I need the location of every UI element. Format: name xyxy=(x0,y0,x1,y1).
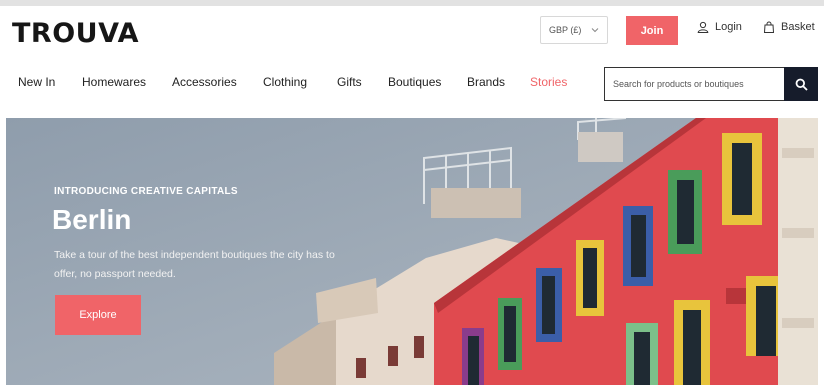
search-placeholder: Search for products or boutiques xyxy=(613,79,744,89)
login-label: Login xyxy=(715,21,742,33)
nav-item-new-in[interactable]: New In xyxy=(18,75,55,89)
login-link[interactable]: Login xyxy=(697,21,742,33)
currency-selector[interactable]: GBP (£) xyxy=(540,16,608,44)
hero-description: Take a tour of the best independent bout… xyxy=(54,249,335,280)
nav-item-clothing[interactable]: Clothing xyxy=(263,75,307,89)
hero-title: Berlin xyxy=(52,204,132,235)
nav-item-gifts[interactable]: Gifts xyxy=(337,75,362,89)
nav-item-brands[interactable]: Brands xyxy=(467,75,505,89)
search-icon xyxy=(795,78,808,91)
hero-banner: INTRODUCING CREATIVE CAPITALS Berlin Tak… xyxy=(6,118,818,385)
search-input[interactable]: Search for products or boutiques xyxy=(604,67,784,101)
site-header: TROUVA GBP (£) Join Login Basket New In … xyxy=(0,6,824,116)
hero-eyebrow: INTRODUCING CREATIVE CAPITALS xyxy=(54,186,238,197)
search-button[interactable] xyxy=(784,67,818,101)
nav-item-boutiques[interactable]: Boutiques xyxy=(388,75,441,89)
nav-item-accessories[interactable]: Accessories xyxy=(172,75,237,89)
user-icon xyxy=(697,21,709,33)
trouva-logo[interactable]: TROUVA xyxy=(12,18,139,49)
nav-item-stories[interactable]: Stories xyxy=(530,75,567,89)
currency-value: GBP (£) xyxy=(549,25,582,35)
explore-button[interactable]: Explore xyxy=(55,295,141,335)
bag-icon xyxy=(763,21,775,33)
basket-label: Basket xyxy=(781,21,815,33)
chevron-down-icon xyxy=(591,28,599,33)
basket-link[interactable]: Basket xyxy=(763,21,815,33)
nav-item-homewares[interactable]: Homewares xyxy=(82,75,146,89)
join-button[interactable]: Join xyxy=(626,16,678,45)
